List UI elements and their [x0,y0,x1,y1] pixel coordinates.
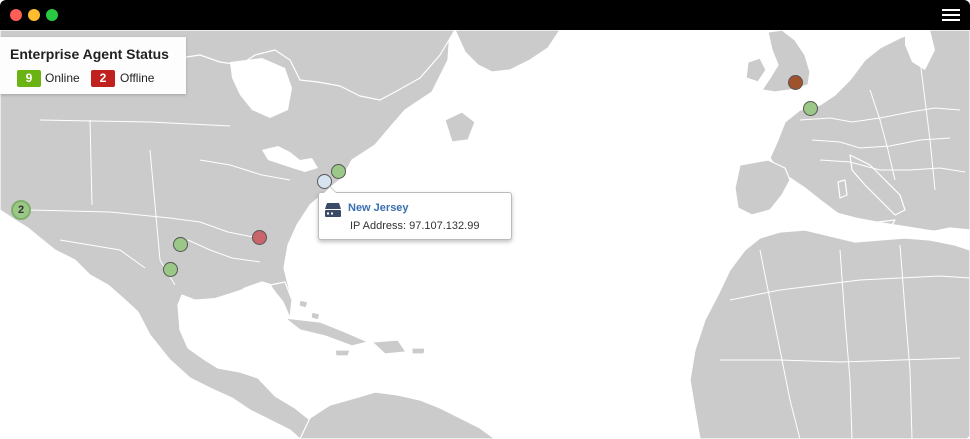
bahamas-landmass [298,299,321,321]
app-window: 2 Enterprise Agent Status 9 Online 2 Off… [0,0,970,439]
menu-icon[interactable] [942,8,960,22]
title-bar [0,0,970,30]
legend-title: Enterprise Agent Status [10,46,169,62]
online-label: Online [45,71,80,85]
hispaniola-landmass [371,339,407,355]
jamaica-landmass [334,349,351,357]
online-agent-marker[interactable] [163,262,178,277]
agent-status-legend: Enterprise Agent Status 9 Online 2 Offli… [0,37,186,94]
offline-agent-marker-london[interactable] [788,75,803,90]
agent-tooltip: New Jersey IP Address: 97.107.132.99 [318,186,512,240]
close-window-button[interactable] [10,9,22,21]
cluster-marker[interactable]: 2 [11,200,31,220]
minimize-window-button[interactable] [28,9,40,21]
south-america-landmass [299,391,496,439]
africa-landmass [689,229,970,439]
offline-agent-marker[interactable] [252,230,267,245]
maximize-window-button[interactable] [46,9,58,21]
cuba-landmass [284,317,369,347]
online-count-badge: 9 [17,70,41,87]
online-agent-marker-paris[interactable] [803,101,818,116]
puerto-rico-landmass [411,347,426,355]
online-agent-marker[interactable] [173,237,188,252]
ireland-landmass [745,57,767,83]
server-icon [325,203,341,217]
tooltip-title[interactable]: New Jersey [348,202,409,214]
tooltip-caret [323,186,337,193]
newfoundland-landmass [444,111,476,143]
offline-count-badge: 2 [91,70,115,87]
offline-label: Offline [120,71,155,85]
online-agent-marker[interactable] [331,164,346,179]
tooltip-ip-address: IP Address: 97.107.132.99 [350,220,480,232]
greenland-landmass [454,30,561,73]
iberia-landmass [734,159,791,216]
